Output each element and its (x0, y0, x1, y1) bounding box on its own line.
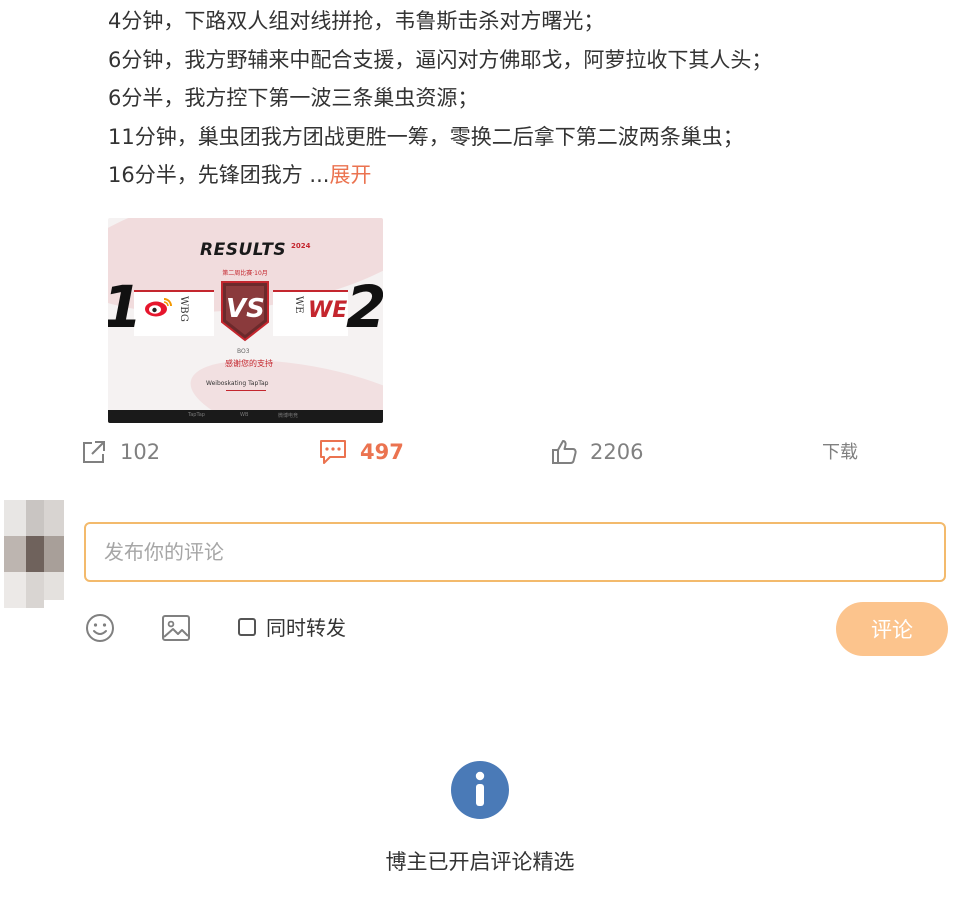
post-line-text: 16分半，先锋团我方 ... (108, 163, 330, 187)
post-line-truncated: 16分半，先锋团我方 ...展开 (108, 156, 928, 195)
like-button[interactable]: 2206 (550, 438, 643, 466)
post-actions: 102 497 2206 下载 (0, 438, 960, 474)
image-footer-bar: TapTap WB 微博电竞 (108, 410, 383, 423)
post-line: 6分半，我方控下第一波三条巢虫资源； (108, 86, 479, 110)
post-line: 6分钟，我方野辅来中配合支援，逼闪对方佛耶戈，阿萝拉收下其人头； (108, 47, 773, 72)
footer-item: WB (240, 412, 249, 418)
weibo-logo-icon (145, 298, 172, 317)
comment-curation-notice: 博主已开启评论精选 (385, 850, 575, 874)
share-count: 102 (120, 440, 161, 464)
score-right: 2 (346, 273, 383, 341)
share-button[interactable]: 102 (80, 438, 160, 466)
results-title: RESULTS (200, 240, 287, 260)
post-line: 4分钟，下路双人组对线拼抢，韦鲁斯击杀对方曙光； (108, 9, 605, 33)
match-result-image[interactable]: RESULTS 2024 第二周比赛·10月 WBG WE WE VS BO3 … (108, 218, 383, 423)
comment-count: 497 (360, 440, 404, 464)
emoji-icon[interactable] (84, 612, 116, 644)
thumbs-up-icon (552, 440, 577, 464)
comment-icon (320, 440, 346, 464)
results-title-tag: 2024 (291, 242, 311, 250)
share-icon (83, 441, 105, 463)
vs-label: VS (226, 294, 265, 324)
avatar[interactable] (4, 500, 64, 608)
repost-checkbox[interactable]: 同时转发 (238, 612, 346, 641)
team-name-right: WE (293, 296, 304, 314)
footer-item: TapTap (188, 412, 205, 418)
comment-input[interactable] (84, 522, 946, 582)
post-text: 4分钟，下路双人组对线拼抢，韦鲁斯击杀对方曙光； 6分钟，我方野辅来中配合支援，… (108, 2, 928, 195)
sponsor-text: Weiboskating TapTap (206, 380, 269, 387)
comment-button[interactable]: 497 (318, 438, 404, 466)
like-count: 2206 (590, 440, 644, 464)
bo-label: BO3 (237, 348, 250, 355)
divider (226, 390, 266, 391)
download-button[interactable]: 下载 (822, 438, 858, 464)
footer-item: 微博电竞 (278, 413, 299, 419)
vs-caption: 感谢您的支持 (225, 359, 273, 368)
score-left: 1 (108, 278, 142, 336)
checkbox-icon[interactable] (238, 617, 256, 636)
submit-comment-button[interactable]: 评论 (836, 602, 948, 656)
post-line: 11分钟，巢虫团我方团战更胜一筹，零换二后拿下第二波两条巢虫； (108, 124, 744, 149)
expand-link[interactable]: 展开 (329, 163, 371, 187)
info-icon (451, 761, 509, 819)
results-subtitle: 第二周比赛·10月 (222, 270, 268, 277)
repost-label: 同时转发 (266, 616, 346, 640)
team-name-left: WBG (178, 296, 189, 322)
image-icon[interactable] (160, 612, 192, 644)
we-logo: WE (308, 298, 348, 323)
